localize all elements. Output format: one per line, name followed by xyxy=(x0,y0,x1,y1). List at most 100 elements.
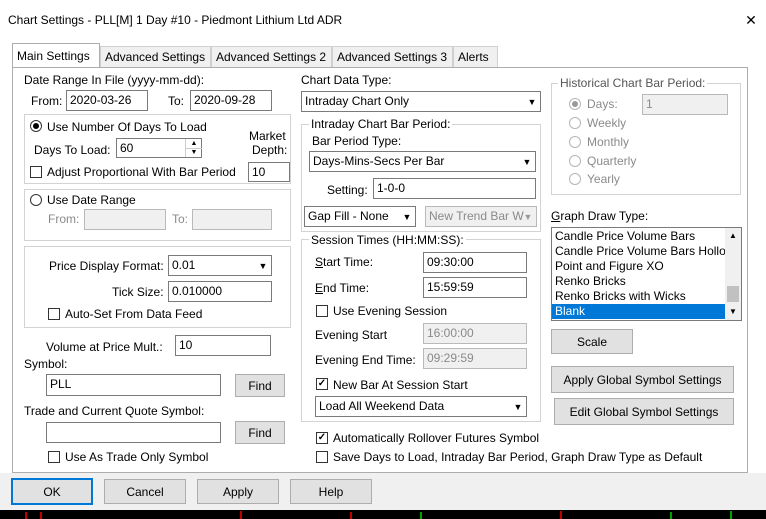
background-chart-strip xyxy=(0,510,766,519)
trade-symbol-label: Trade and Current Quote Symbol: xyxy=(24,404,205,418)
historical-days-input: 1 xyxy=(642,94,728,115)
historical-weekly-radio xyxy=(569,117,581,129)
bar-period-type-label: Bar Period Type: xyxy=(312,134,402,148)
date-to-label: To: xyxy=(168,94,185,108)
tab-advanced-settings[interactable]: Advanced Settings xyxy=(100,46,211,67)
chart-bar-7 xyxy=(670,512,672,519)
scroll-thumb[interactable] xyxy=(727,286,739,302)
end-time-input[interactable]: 15:59:59 xyxy=(423,277,527,298)
tick-size-input[interactable]: 0.010000 xyxy=(168,281,272,302)
start-time-input[interactable]: 09:30:00 xyxy=(423,252,527,273)
scroll-down-icon[interactable]: ▼ xyxy=(725,304,741,320)
new-trend-bar-value: New Trend Bar W xyxy=(429,209,524,223)
date-range-heading: Date Range In File (yyyy-mm-dd): xyxy=(24,73,205,87)
apply-global-settings-button[interactable]: Apply Global Symbol Settings xyxy=(551,366,734,393)
rollover-checkbox[interactable]: ✓ xyxy=(316,432,328,444)
start-time-label-rest: tart Time: xyxy=(323,255,374,269)
graph-draw-type-list[interactable]: Candle Price Volume Bars Candle Price Vo… xyxy=(551,227,742,321)
bar-period-type-select[interactable]: Days-Mins-Secs Per Bar ▼ xyxy=(309,151,536,172)
days-to-load-label: Days To Load: xyxy=(34,143,111,157)
historical-group-label: Historical Chart Bar Period: xyxy=(558,76,708,90)
market-depth-label-2: Depth: xyxy=(252,143,288,157)
historical-monthly-radio xyxy=(569,136,581,148)
chart-bar-3 xyxy=(240,511,242,519)
scale-button[interactable]: Scale xyxy=(551,329,633,354)
cancel-button[interactable]: Cancel xyxy=(104,479,186,504)
weekend-data-select[interactable]: Load All Weekend Data ▼ xyxy=(315,396,527,417)
evening-session-checkbox[interactable] xyxy=(316,305,328,317)
gap-fill-value: Gap Fill - None xyxy=(308,209,389,223)
tab-alerts[interactable]: Alerts xyxy=(453,46,498,67)
chevron-down-icon: ▼ xyxy=(513,401,523,412)
adjust-proportional-checkbox[interactable] xyxy=(30,166,42,178)
symbol-label: Symbol: xyxy=(24,357,68,371)
graph-draw-type-label: Graph Draw Type: xyxy=(551,209,649,223)
evening-end-input: 09:29:59 xyxy=(423,348,527,369)
tab-main-settings[interactable]: Main Settings xyxy=(12,43,100,68)
save-default-checkbox[interactable] xyxy=(316,451,328,463)
chart-bar-2 xyxy=(40,512,42,519)
trade-symbol-input[interactable] xyxy=(46,422,221,443)
chevron-down-icon: ▼ xyxy=(402,211,412,222)
new-bar-session-label: New Bar At Session Start xyxy=(333,378,468,392)
use-days-radio[interactable] xyxy=(30,120,42,132)
bar-period-type-value: Days-Mins-Secs Per Bar xyxy=(313,154,445,168)
session-group-label: Session Times (HH:MM:SS): xyxy=(309,233,466,247)
evening-session-label: Use Evening Session xyxy=(333,304,448,318)
help-button[interactable]: Help xyxy=(290,479,372,504)
adjust-proportional-label: Adjust Proportional With Bar Period xyxy=(47,165,236,179)
spin-up-icon[interactable]: ▲ xyxy=(186,139,202,149)
close-icon[interactable]: ✕ xyxy=(740,9,762,31)
chart-bar-8 xyxy=(730,511,732,519)
list-item[interactable]: Renko Bricks xyxy=(552,274,725,289)
chevron-down-icon: ▼ xyxy=(527,96,537,107)
use-date-range-radio[interactable] xyxy=(30,194,42,206)
list-item[interactable]: Renko Bricks with Wicks xyxy=(552,289,725,304)
market-depth-label-1: Market xyxy=(249,129,286,143)
trade-only-checkbox[interactable] xyxy=(48,451,60,463)
auto-set-label: Auto-Set From Data Feed xyxy=(65,307,203,321)
tab-advanced-settings-3[interactable]: Advanced Settings 3 xyxy=(332,46,453,67)
date-from-label: From: xyxy=(31,94,63,108)
symbol-find-button[interactable]: Find xyxy=(235,374,285,397)
market-depth-input[interactable]: 10 xyxy=(248,162,290,182)
trade-symbol-find-button[interactable]: Find xyxy=(235,421,285,444)
start-time-label: Start Time: xyxy=(315,255,374,269)
list-item[interactable]: Point and Figure XO xyxy=(552,259,725,274)
tab-advanced-settings-2[interactable]: Advanced Settings 2 xyxy=(211,46,332,67)
trade-only-label: Use As Trade Only Symbol xyxy=(65,450,209,464)
historical-yearly-radio xyxy=(569,173,581,185)
date-to-field: 2020-09-28 xyxy=(190,90,272,111)
historical-yearly-label: Yearly xyxy=(587,172,620,186)
weekend-data-value: Load All Weekend Data xyxy=(319,399,445,413)
apply-button[interactable]: Apply xyxy=(197,479,279,504)
list-item[interactable]: Candle Price Volume Bars xyxy=(552,229,725,244)
range-from-label: From: xyxy=(48,212,80,226)
ok-button[interactable]: OK xyxy=(11,478,93,505)
new-bar-session-checkbox[interactable]: ✓ xyxy=(316,378,328,390)
price-format-value: 0.01 xyxy=(172,258,196,272)
chart-bar-4 xyxy=(350,512,352,519)
list-item-selected[interactable]: Blank xyxy=(552,304,725,319)
evening-start-input: 16:00:00 xyxy=(423,323,527,344)
save-default-label: Save Days to Load, Intraday Bar Period, … xyxy=(333,450,703,464)
days-spinner[interactable]: ▲ ▼ xyxy=(185,139,202,157)
volume-mult-input[interactable]: 10 xyxy=(175,335,271,356)
setting-input[interactable]: 1-0-0 xyxy=(373,178,536,199)
chart-data-type-select[interactable]: Intraday Chart Only ▼ xyxy=(301,91,541,112)
price-format-select[interactable]: 0.01 ▼ xyxy=(168,255,272,276)
scroll-up-icon[interactable]: ▲ xyxy=(725,228,741,244)
chart-bar-5 xyxy=(420,512,422,519)
spin-down-icon[interactable]: ▼ xyxy=(186,149,202,157)
end-time-label-rest: nd Time: xyxy=(323,281,370,295)
date-from-field: 2020-03-26 xyxy=(66,90,148,111)
list-item[interactable]: Candle Price Volume Bars Hollo xyxy=(552,244,725,259)
list-scrollbar[interactable]: ▲ ▼ xyxy=(725,228,741,320)
setting-label: Setting: xyxy=(327,183,368,197)
auto-set-checkbox[interactable] xyxy=(48,308,60,320)
gap-fill-select[interactable]: Gap Fill - None ▼ xyxy=(304,206,416,227)
intraday-group-label: Intraday Chart Bar Period: xyxy=(309,117,453,131)
symbol-input[interactable]: PLL xyxy=(46,374,221,396)
edit-global-settings-button[interactable]: Edit Global Symbol Settings xyxy=(554,398,734,425)
chart-bar-1 xyxy=(25,512,27,519)
